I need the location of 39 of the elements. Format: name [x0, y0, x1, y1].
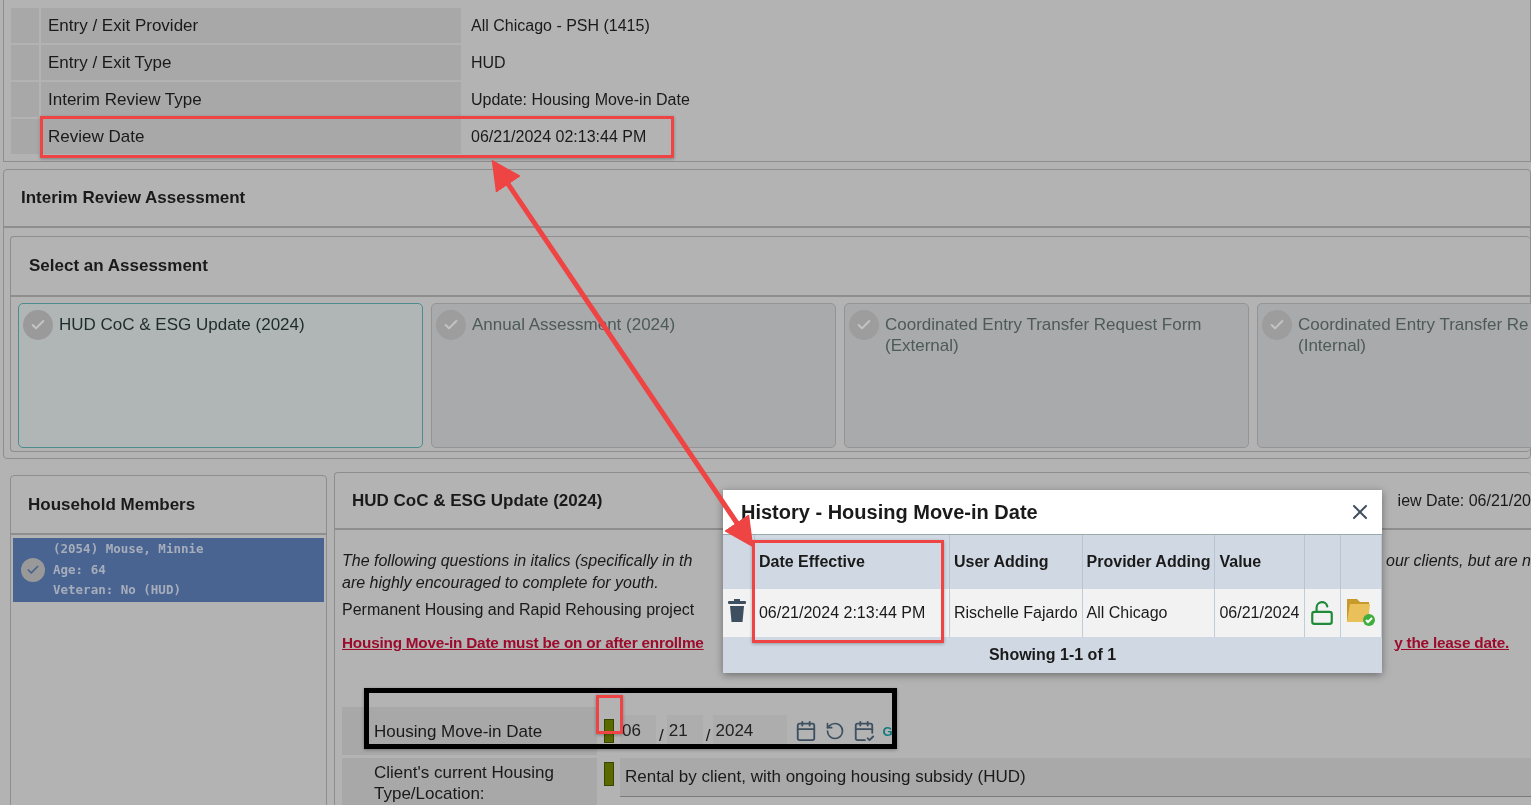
info-label: Entry / Exit Type — [41, 45, 461, 80]
warning-link[interactable]: y the lease date. — [1394, 633, 1531, 652]
date-separator: / — [659, 726, 664, 746]
assessment-title: Coordinated Entry Transfer Request Form — [885, 314, 1202, 335]
review-date-text: iew Date: 06/21/20 — [1397, 491, 1531, 510]
instruction-text: The following questions in italics (specifically in th — [342, 552, 693, 570]
instruction-text: Permanent Housing and Rapid Rehousing project — [342, 601, 695, 619]
info-value: HUD — [470, 52, 506, 73]
select-field[interactable]: Rental by client, with ongoing housing subsidy (HUD) — [620, 758, 1531, 797]
field-label: Housing Move-in Date — [367, 707, 597, 755]
assessment-title: (External) — [885, 335, 960, 356]
field-label: Client's current Housing Type/Location: — [367, 758, 597, 805]
assessment-title: Coordinated Entry Transfer Re — [1298, 314, 1529, 335]
table-cell: Rischelle Fajardo — [949, 589, 1083, 637]
info-label: Entry / Exit Provider — [41, 8, 461, 43]
table-cell: 06/21/2024 — [1214, 589, 1304, 637]
dialog-title: History - Housing Move-in Date — [741, 500, 1038, 524]
member-detail: Age: 64 — [53, 560, 107, 579]
assessment-title: HUD CoC & ESG Update (2024) — [59, 314, 305, 335]
info-label: Interim Review Type — [41, 82, 461, 117]
info-value: 06/21/2024 02:13:44 PM — [470, 126, 647, 147]
member-detail: Veteran: No (HUD) — [53, 581, 182, 600]
table-cell: 06/21/2024 2:13:44 PM — [754, 589, 950, 637]
instruction-text: are highly encouraged to complete for youth. — [342, 574, 659, 592]
assessment-card[interactable]: HUD CoC & ESG Update (2024) — [18, 303, 423, 448]
warning-link[interactable]: Housing Move-in Date must be on or after enrollme — [342, 633, 704, 652]
assessment-title: (Internal) — [1298, 335, 1368, 356]
table-cell: All Chicago — [1082, 589, 1215, 637]
instruction-text: our clients, but are n — [1386, 552, 1531, 570]
info-value: All Chicago - PSH (1415) — [470, 15, 650, 36]
info-label: Review Date — [41, 119, 461, 154]
panel-title: Household Members — [28, 494, 196, 515]
member-detail: (2054) Mouse, Minnie — [53, 540, 204, 559]
panel-title: Select an Assessment — [29, 256, 208, 276]
panel-title: Interim Review Assessment — [21, 188, 246, 208]
date-separator: / — [705, 726, 711, 746]
panel-title: HUD CoC & ESG Update (2024) — [352, 490, 603, 511]
pagination-text: Showing 1-1 of 1 — [988, 646, 1117, 663]
info-value: Update: Housing Move-in Date — [470, 89, 690, 110]
